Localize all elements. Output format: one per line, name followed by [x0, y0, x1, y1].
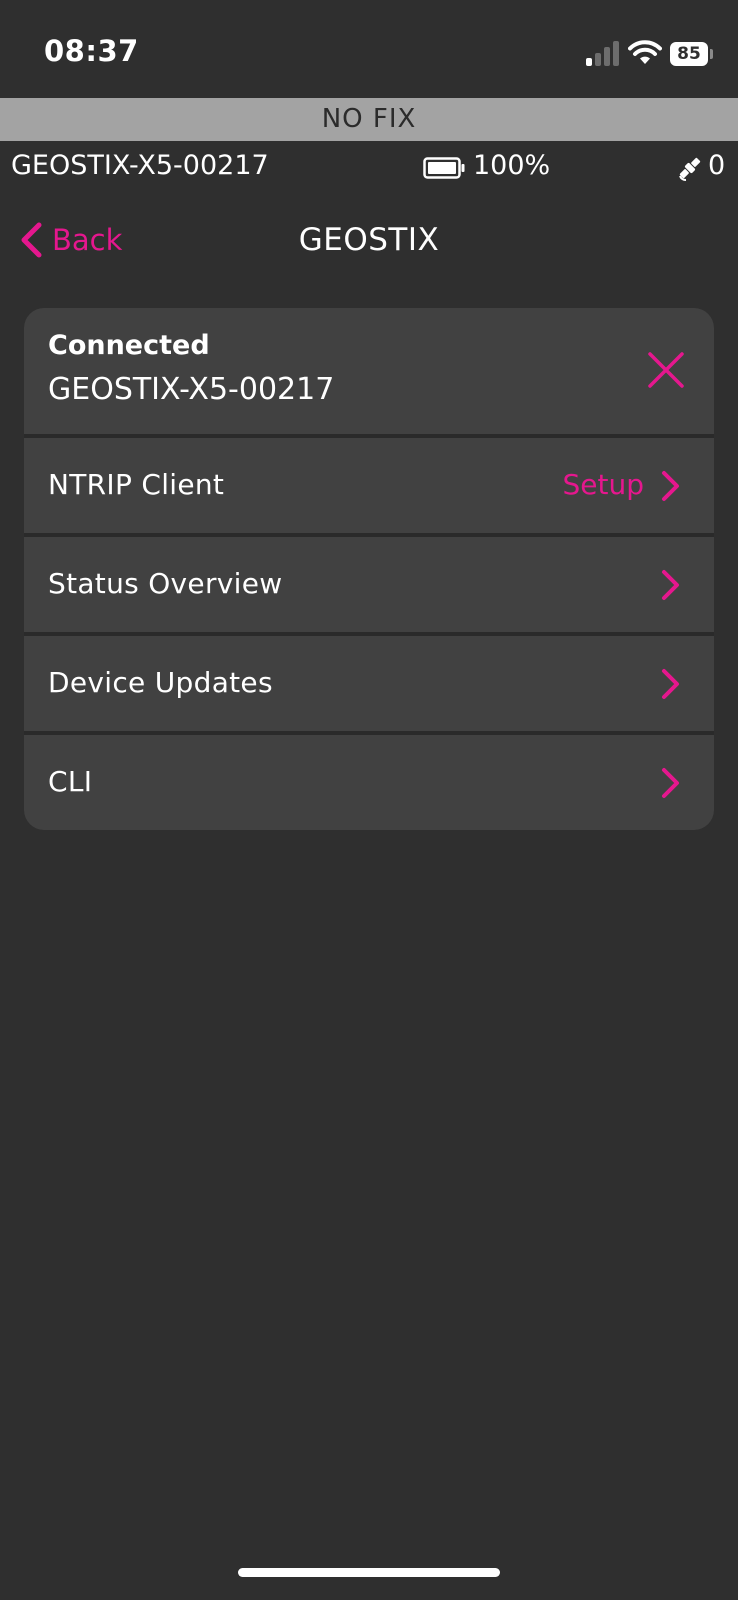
menu-item-label: NTRIP Client	[48, 468, 225, 501]
home-indicator[interactable]	[238, 1568, 500, 1577]
disconnect-button[interactable]	[644, 348, 688, 392]
cellular-signal-icon	[586, 40, 622, 66]
status-time: 08:37	[44, 34, 139, 68]
chevron-right-icon	[662, 669, 679, 699]
menu-item-label: Device Updates	[48, 666, 273, 699]
satellite-icon	[679, 157, 701, 181]
wifi-icon	[628, 40, 662, 64]
chevron-right-icon	[662, 471, 679, 501]
gps-fix-banner: NO FIX	[0, 98, 738, 141]
menu-item-status-overview[interactable]: Status Overview	[24, 537, 714, 632]
page-title: GEOSTIX	[298, 222, 440, 258]
chevron-right-icon	[662, 570, 679, 600]
menu-item-cli[interactable]: CLI	[24, 735, 714, 830]
status-bar: 08:37 85	[0, 0, 738, 98]
menu-item-label: CLI	[48, 765, 93, 798]
menu-item-label: Status Overview	[48, 567, 283, 600]
battery-cap	[710, 49, 713, 59]
connected-device-name: GEOSTIX-X5-00217	[48, 372, 335, 407]
device-menu-card: Connected GEOSTIX-X5-00217 NTRIP Client …	[24, 308, 714, 830]
chevron-right-icon	[662, 768, 679, 798]
battery-icon	[423, 157, 465, 179]
connection-row: Connected GEOSTIX-X5-00217	[24, 308, 714, 434]
satellite-count: 0	[708, 150, 726, 181]
navigation-bar: Back GEOSTIX	[0, 205, 738, 275]
device-info-bar: GEOSTIX-X5-00217 100% 0	[0, 141, 738, 193]
connection-status: Connected	[48, 330, 210, 361]
phone-battery-indicator: 85	[670, 42, 708, 66]
device-name: GEOSTIX-X5-00217	[11, 150, 269, 181]
menu-item-device-updates[interactable]: Device Updates	[24, 636, 714, 731]
device-battery-percent: 100%	[473, 150, 551, 181]
menu-item-ntrip-client[interactable]: NTRIP Client Setup	[24, 438, 714, 533]
ntrip-setup-link[interactable]: Setup	[563, 468, 645, 501]
